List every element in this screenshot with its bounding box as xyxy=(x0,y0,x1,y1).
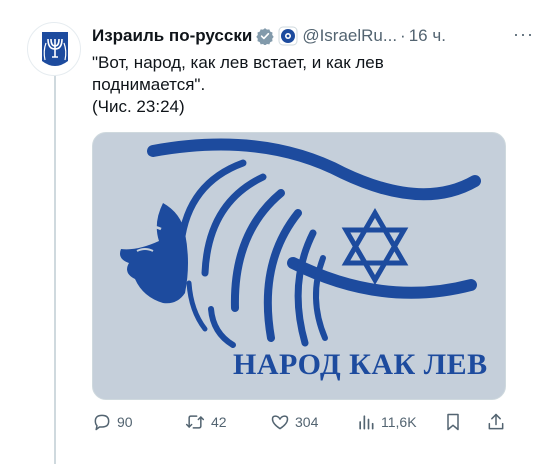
menorah-emblem-icon xyxy=(42,32,68,66)
poster-caption: НАРОД КАК ЛЕВ xyxy=(233,348,488,381)
tweet-text-line: "Вот, народ, как лев встает, и как лев xyxy=(92,53,384,72)
views-icon xyxy=(359,415,374,430)
like-count: 304 xyxy=(295,414,319,430)
share-icon xyxy=(488,413,504,430)
repost-count: 42 xyxy=(211,414,227,430)
more-icon[interactable]: ··· xyxy=(513,24,534,45)
separator-dot: · xyxy=(400,26,406,45)
repost-icon xyxy=(185,415,205,429)
bookmark-button[interactable] xyxy=(444,410,462,434)
author-name[interactable]: Израиль по-русски xyxy=(92,26,252,46)
avatar[interactable] xyxy=(27,22,81,76)
like-icon xyxy=(271,415,289,430)
affiliate-badge-icon[interactable] xyxy=(278,26,298,46)
tweet-text: "Вот, народ, как лев встает, и как лев п… xyxy=(92,52,512,118)
share-button[interactable] xyxy=(486,410,506,434)
tweet-image[interactable]: НАРОД КАК ЛЕВ xyxy=(92,132,506,400)
tweet-time[interactable]: 16 ч. xyxy=(409,26,446,46)
reply-button[interactable]: 90 xyxy=(92,410,133,434)
thread-line xyxy=(54,74,56,464)
like-button[interactable]: 304 xyxy=(270,410,318,434)
reply-icon xyxy=(94,414,110,431)
tweet-header: Израиль по-русски @IsraelRu... · 16 ч. ·… xyxy=(92,24,542,48)
tweet-actions: 90 42 304 11,6K xyxy=(92,410,510,434)
reply-count: 90 xyxy=(117,414,133,430)
tweet-text-line: (Чис. 23:24) xyxy=(92,97,185,116)
views-button[interactable]: 11,6K xyxy=(356,410,417,434)
verified-badge-icon[interactable] xyxy=(256,27,275,45)
tweet-text-line: поднимается". xyxy=(92,75,206,94)
views-count: 11,6K xyxy=(381,414,417,430)
bookmark-icon xyxy=(447,413,459,431)
repost-button[interactable]: 42 xyxy=(184,410,227,434)
author-handle[interactable]: @IsraelRu... xyxy=(302,26,397,46)
